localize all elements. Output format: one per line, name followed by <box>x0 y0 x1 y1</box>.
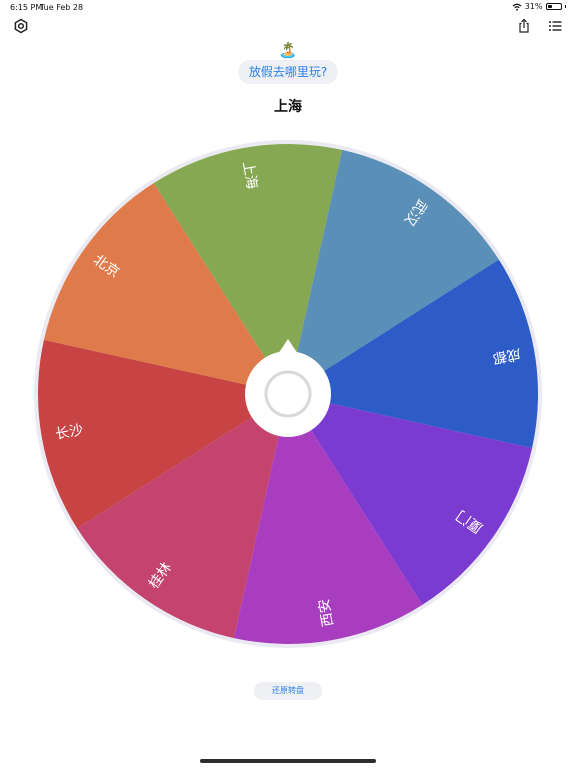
spin-button[interactable] <box>245 351 331 437</box>
reset-wheel-button[interactable]: 还原转盘 <box>254 682 322 700</box>
spin-wheel[interactable]: 上海武汉成都厦门西安桂林长沙北京 <box>0 0 576 768</box>
home-indicator <box>200 759 376 763</box>
